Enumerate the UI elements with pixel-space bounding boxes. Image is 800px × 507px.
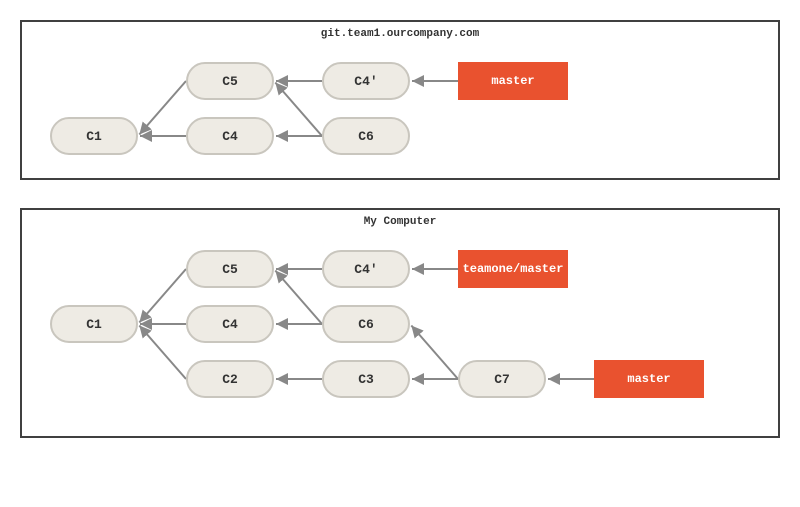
ref-teamone-master: teamone/master (458, 250, 568, 288)
commit-c4p: C4' (322, 250, 410, 288)
panel-title: My Computer (22, 210, 778, 228)
commit-c5: C5 (186, 250, 274, 288)
commit-c5: C5 (186, 62, 274, 100)
commit-c6: C6 (322, 305, 410, 343)
ref-master: master (458, 62, 568, 100)
arrow (139, 269, 186, 322)
commit-c4: C4 (186, 117, 274, 155)
arrow (139, 326, 186, 379)
commit-c4p: C4' (322, 62, 410, 100)
commit-c1: C1 (50, 305, 138, 343)
arrows-layer (22, 22, 778, 178)
arrow (139, 81, 186, 134)
arrow (275, 83, 322, 136)
commit-c1: C1 (50, 117, 138, 155)
arrow (275, 271, 322, 324)
commit-c6: C6 (322, 117, 410, 155)
commit-c3: C3 (322, 360, 410, 398)
commit-c4: C4 (186, 305, 274, 343)
commit-c2: C2 (186, 360, 274, 398)
arrow (411, 326, 458, 379)
remote-repo-panel: git.team1.ourcompany.com C1 C5 C4 C4' C6 mast… (20, 20, 780, 180)
panel-title: git.team1.ourcompany.com (22, 22, 778, 40)
commit-c7: C7 (458, 360, 546, 398)
local-repo-panel: My Computer C1 C5 C4 C2 C4' C6 C3 C7 teamone/mas… (20, 208, 780, 438)
ref-master: master (594, 360, 704, 398)
